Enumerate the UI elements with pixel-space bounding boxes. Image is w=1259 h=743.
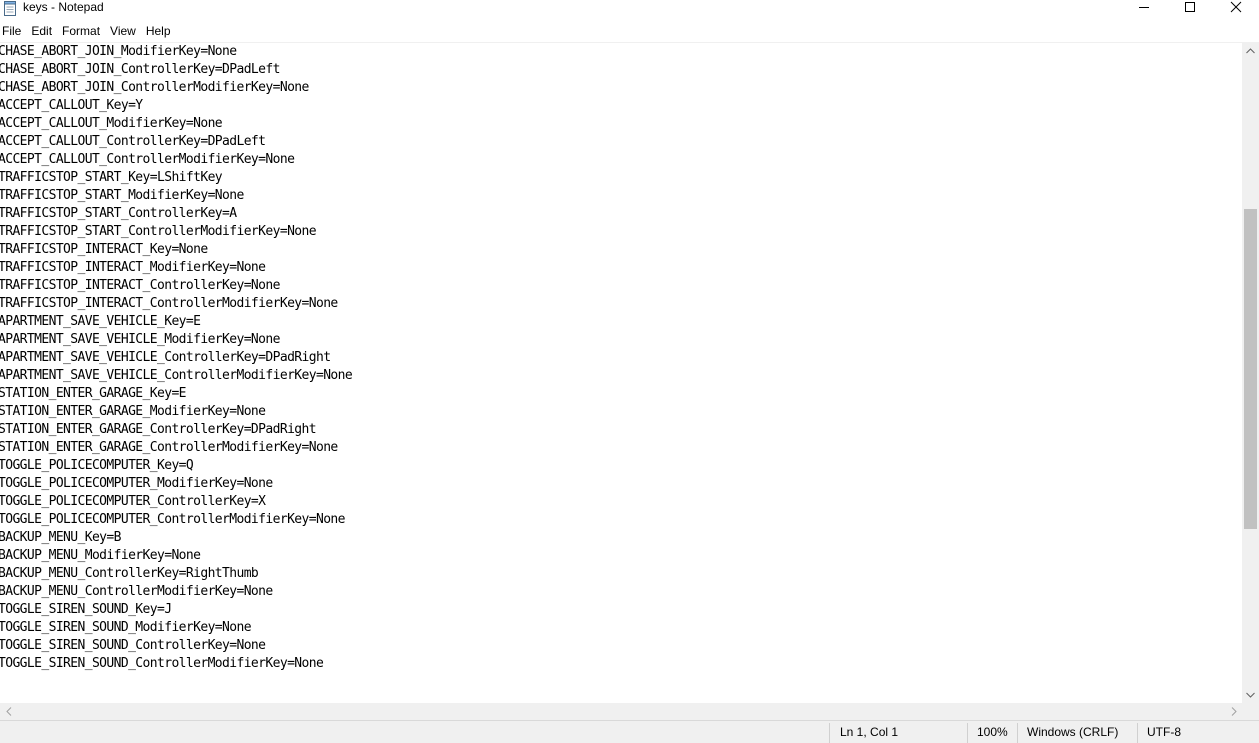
scroll-down-button[interactable] — [1242, 686, 1259, 703]
status-bar: Ln 1, Col 1 100% Windows (CRLF) UTF-8 — [0, 720, 1259, 743]
maximize-button[interactable] — [1167, 0, 1213, 14]
text-line: ACCEPT_CALLOUT_ModifierKey=None — [0, 116, 223, 131]
text-line: TRAFFICSTOP_START_ControllerKey=A — [0, 206, 237, 221]
menu-help[interactable]: Help — [141, 22, 176, 41]
text-line: BACKUP_MENU_ControllerModifierKey=None — [0, 584, 273, 599]
scroll-up-button[interactable] — [1242, 42, 1259, 59]
text-line: TOGGLE_POLICECOMPUTER_ModifierKey=None — [0, 476, 273, 491]
text-line: ACCEPT_CALLOUT_ControllerKey=DPadLeft — [0, 134, 266, 149]
menu-file[interactable]: File — [0, 22, 26, 41]
menu-bar: File Edit Format View Help — [0, 22, 1259, 41]
window-title: keys - Notepad — [23, 0, 104, 14]
scrollbar-corner — [1242, 703, 1259, 720]
scroll-left-button[interactable] — [0, 703, 17, 720]
text-line: TRAFFICSTOP_INTERACT_Key=None — [0, 242, 208, 257]
text-line: TRAFFICSTOP_START_ControllerModifierKey=… — [0, 224, 317, 239]
text-line: APARTMENT_SAVE_VEHICLE_Key=E — [0, 314, 201, 329]
maximize-icon — [1185, 2, 1195, 12]
text-line: TOGGLE_SIREN_SOUND_ControllerKey=None — [0, 638, 266, 653]
menu-edit[interactable]: Edit — [26, 22, 57, 41]
status-divider — [1137, 723, 1138, 743]
text-line: BACKUP_MENU_ControllerKey=RightThumb — [0, 566, 259, 581]
text-line: BACKUP_MENU_Key=B — [0, 530, 121, 545]
title-bar[interactable]: keys - Notepad — [0, 0, 1259, 22]
text-line: TRAFFICSTOP_INTERACT_ControllerModifierK… — [0, 296, 338, 311]
menu-format[interactable]: Format — [57, 22, 105, 41]
chevron-down-icon — [1246, 692, 1255, 698]
text-line: STATION_ENTER_GARAGE_ControllerKey=DPadR… — [0, 422, 317, 437]
chevron-up-icon — [1246, 47, 1255, 53]
notepad-window: keys - Notepad File Edit Format View Hel… — [0, 0, 1259, 743]
text-line: CHASE_ABORT_JOIN_ControllerModifierKey=N… — [0, 80, 309, 95]
close-icon — [1230, 1, 1242, 13]
text-line: ACCEPT_CALLOUT_ControllerModifierKey=Non… — [0, 152, 295, 167]
minimize-icon — [1139, 7, 1149, 8]
text-line: BACKUP_MENU_ModifierKey=None — [0, 548, 201, 563]
vertical-scrollbar[interactable] — [1242, 42, 1259, 703]
text-line: STATION_ENTER_GARAGE_Key=E — [0, 386, 187, 401]
scroll-right-button[interactable] — [1225, 703, 1242, 720]
text-line: APARTMENT_SAVE_VEHICLE_ControllerModifie… — [0, 368, 353, 383]
text-line: TRAFFICSTOP_INTERACT_ModifierKey=None — [0, 260, 266, 275]
text-line: APARTMENT_SAVE_VEHICLE_ControllerKey=DPa… — [0, 350, 331, 365]
text-editor[interactable]: CHASE_ABORT_JOIN_ModifierKey=None CHASE_A… — [0, 42, 1242, 704]
menu-view[interactable]: View — [105, 22, 141, 41]
text-line: TOGGLE_POLICECOMPUTER_ControllerKey=X — [0, 494, 266, 509]
text-line: STATION_ENTER_GARAGE_ControllerModifierK… — [0, 440, 338, 455]
chevron-right-icon — [1231, 707, 1237, 716]
text-line: ACCEPT_CALLOUT_Key=Y — [0, 98, 143, 113]
text-line: TOGGLE_SIREN_SOUND_ModifierKey=None — [0, 620, 252, 635]
zoom-level: 100% — [977, 725, 1008, 739]
status-divider — [1017, 723, 1018, 743]
status-divider — [967, 723, 968, 743]
status-divider — [829, 723, 830, 743]
text-line: CHASE_ABORT_JOIN_ControllerKey=DPadLeft — [0, 62, 280, 77]
text-line: TRAFFICSTOP_INTERACT_ControllerKey=None — [0, 278, 280, 293]
horizontal-scrollbar[interactable] — [0, 703, 1242, 720]
text-line: TRAFFICSTOP_START_ModifierKey=None — [0, 188, 244, 203]
cursor-position: Ln 1, Col 1 — [840, 725, 899, 739]
chevron-left-icon — [5, 707, 11, 716]
text-line: STATION_ENTER_GARAGE_ModifierKey=None — [0, 404, 266, 419]
text-line: TOGGLE_SIREN_SOUND_Key=J — [0, 602, 172, 617]
line-ending: Windows (CRLF) — [1027, 725, 1119, 739]
minimize-button[interactable] — [1121, 0, 1167, 14]
text-line: TOGGLE_POLICECOMPUTER_ControllerModifier… — [0, 512, 345, 527]
encoding: UTF-8 — [1147, 725, 1181, 739]
notepad-app-icon[interactable] — [4, 1, 17, 16]
vertical-scroll-thumb[interactable] — [1244, 209, 1257, 529]
text-line: TOGGLE_SIREN_SOUND_ControllerModifierKey… — [0, 656, 324, 671]
close-button[interactable] — [1213, 0, 1259, 14]
text-line: APARTMENT_SAVE_VEHICLE_ModifierKey=None — [0, 332, 280, 347]
text-line: CHASE_ABORT_JOIN_ModifierKey=None — [0, 44, 237, 59]
text-line: TRAFFICSTOP_START_Key=LShiftKey — [0, 170, 223, 185]
text-line: TOGGLE_POLICECOMPUTER_Key=Q — [0, 458, 194, 473]
